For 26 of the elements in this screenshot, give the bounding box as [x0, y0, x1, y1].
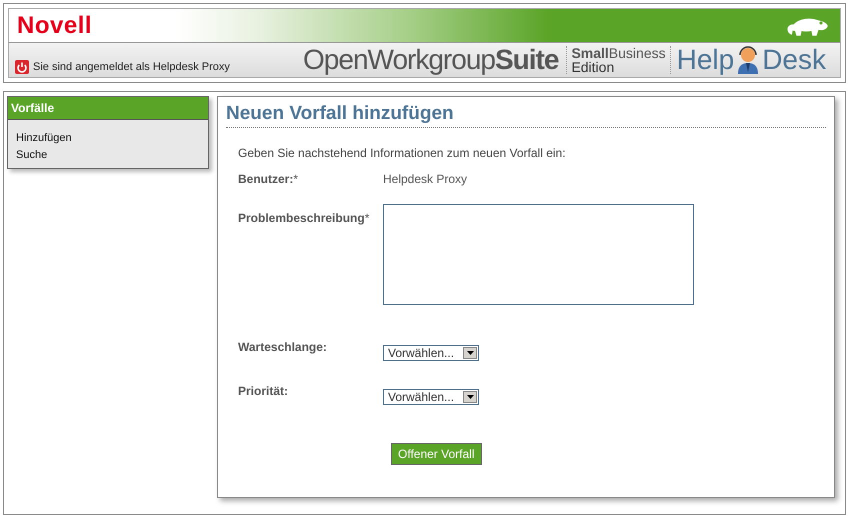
- required-mark: *: [364, 211, 370, 225]
- required-mark: *: [293, 172, 298, 186]
- caret-icon: [463, 347, 477, 359]
- brand-logo: Novell: [17, 12, 92, 40]
- field-value: Helpdesk Proxy: [383, 172, 468, 186]
- helpdesk-word: Help: [676, 44, 734, 76]
- product-name: OpenWorkgroupSuite: [303, 44, 558, 76]
- sidebar-link[interactable]: Hinzufügen: [16, 132, 200, 144]
- sidebar-link[interactable]: Suche: [16, 149, 200, 161]
- description-field[interactable]: [383, 204, 694, 305]
- field-label: Warteschlange:: [238, 340, 327, 354]
- caret-icon: [463, 391, 477, 403]
- field-label: Problembeschreibung: [238, 211, 365, 225]
- form-intro: Geben Sie nachstehend Informationen zum neuen Vorfall ein:: [238, 146, 567, 160]
- sidebar-title: Vorfälle: [8, 97, 208, 120]
- edition-label: Edition: [571, 60, 616, 74]
- helpdesk-word: Desk: [762, 44, 826, 76]
- dropdown[interactable]: Vorwählen...: [383, 389, 479, 405]
- headset-person-icon: [736, 46, 760, 74]
- field-label: Priorität:: [238, 384, 288, 398]
- edition-name: SmallBusiness: [571, 46, 666, 60]
- dropdown[interactable]: Vorwählen...: [383, 345, 479, 361]
- login-status: Sie sind angemeldet als Helpdesk Proxy: [33, 61, 230, 73]
- field-label: Benutzer:: [238, 172, 294, 186]
- form-title: Neuen Vorfall hinzufügen: [226, 103, 826, 128]
- power-icon[interactable]: [15, 60, 29, 74]
